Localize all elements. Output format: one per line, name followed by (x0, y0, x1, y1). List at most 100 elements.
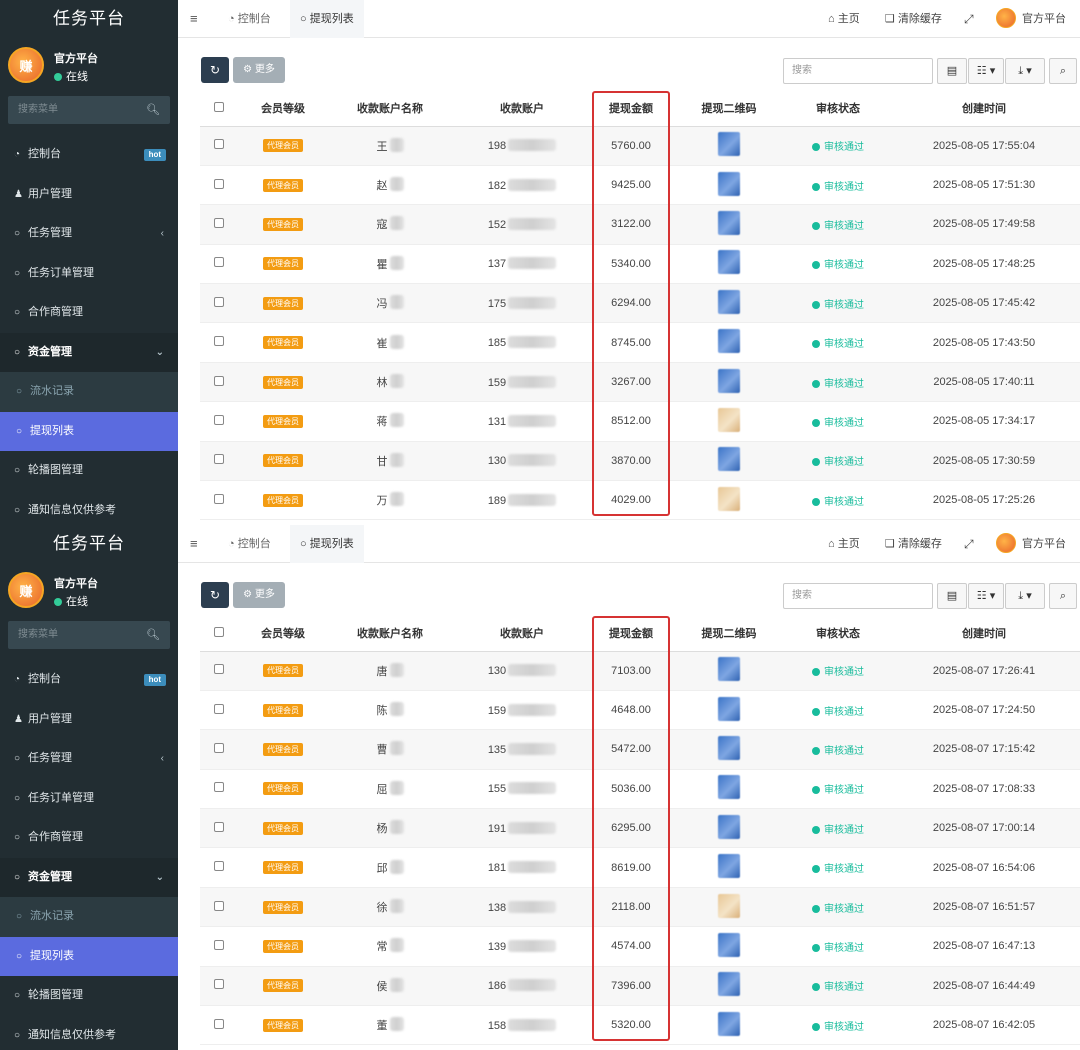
table-search-input[interactable]: 搜索 (783, 583, 933, 609)
qrcode-thumbnail[interactable] (718, 329, 740, 354)
qrcode-thumbnail[interactable] (718, 171, 740, 196)
col-qrcode[interactable]: 提现二维码 (670, 616, 788, 652)
toggle-view-button[interactable]: ▤ (937, 58, 967, 84)
clear-cache-link[interactable]: ❑ 清除缓存 (885, 0, 942, 38)
qrcode-cell[interactable] (670, 165, 788, 206)
table-row[interactable]: 代理会员 甘 130 3870.00 审核通过 2025-08-05 17:30… (200, 441, 1080, 482)
qrcode-thumbnail[interactable] (718, 854, 740, 879)
table-row[interactable]: 代理会员 董 158 5320.00 审核通过 2025-08-07 16:42… (200, 1005, 1080, 1046)
qrcode-cell[interactable] (670, 887, 788, 928)
sidebar-item-funds[interactable]: ○ 资金管理 ⌄ (0, 857, 178, 897)
qrcode-thumbnail[interactable] (718, 775, 740, 800)
hamburger-icon[interactable]: ≡ (190, 11, 198, 26)
sidebar-item-withdrawals[interactable]: ○ 提现列表 (0, 411, 178, 451)
row-checkbox-cell[interactable] (200, 808, 238, 849)
col-account[interactable]: 收款账户 (452, 616, 592, 652)
table-row[interactable]: 代理会员 冯 175 6294.00 审核通过 2025-08-05 17:45… (200, 283, 1080, 324)
qrcode-cell[interactable] (670, 847, 788, 888)
checkbox[interactable] (214, 979, 224, 990)
qrcode-cell[interactable] (670, 441, 788, 482)
table-row[interactable]: 代理会员 陈 159 4648.00 审核通过 2025-08-07 17:24… (200, 690, 1080, 731)
sidebar-item-notices[interactable]: ○ 通知信息仅供参考 (0, 491, 178, 526)
sidebar-item-carousel[interactable]: ○ 轮播图管理 (0, 976, 178, 1016)
table-row[interactable]: 代理会员 杨 191 6295.00 审核通过 2025-08-07 17:00… (200, 808, 1080, 849)
qrcode-cell[interactable] (670, 480, 788, 521)
home-link[interactable]: ⌂ 主页 (828, 525, 860, 563)
qrcode-cell[interactable] (670, 401, 788, 442)
row-checkbox-cell[interactable] (200, 401, 238, 442)
qrcode-cell[interactable] (670, 690, 788, 731)
advanced-search-button[interactable]: ⌕ (1049, 58, 1077, 84)
table-row[interactable]: 代理会员 寇 152 3122.00 审核通过 2025-08-05 17:49… (200, 204, 1080, 245)
checkbox[interactable] (214, 296, 224, 307)
qrcode-thumbnail[interactable] (718, 407, 740, 432)
sidebar-item-carousel[interactable]: ○ 轮播图管理 (0, 451, 178, 491)
qrcode-thumbnail[interactable] (718, 893, 740, 918)
qrcode-thumbnail[interactable] (718, 250, 740, 275)
sidebar-item-dashboard[interactable]: ◔ 控制台 hot (0, 135, 178, 175)
table-row[interactable]: 代理会员 瞿 137 5340.00 审核通过 2025-08-05 17:48… (200, 244, 1080, 285)
checkbox[interactable] (214, 414, 224, 425)
qrcode-thumbnail[interactable] (718, 972, 740, 997)
table-row[interactable]: 代理会员 曹 135 5472.00 审核通过 2025-08-07 17:15… (200, 729, 1080, 770)
sidebar-item-task-orders[interactable]: ○ 任务订单管理 (0, 254, 178, 294)
table-row[interactable]: 代理会员 林 159 3267.00 审核通过 2025-08-05 17:40… (200, 362, 1080, 403)
row-checkbox-cell[interactable] (200, 441, 238, 482)
checkbox[interactable] (214, 1018, 224, 1029)
row-checkbox-cell[interactable] (200, 322, 238, 363)
table-row[interactable]: 代理会员 徐 138 2118.00 审核通过 2025-08-07 16:51… (200, 887, 1080, 928)
qrcode-thumbnail[interactable] (718, 1011, 740, 1036)
qrcode-cell[interactable] (670, 1005, 788, 1046)
select-all-checkbox[interactable] (200, 616, 238, 652)
qrcode-thumbnail[interactable] (718, 735, 740, 760)
checkbox[interactable] (214, 821, 224, 832)
col-amount[interactable]: 提现金额 (592, 91, 670, 127)
sidebar-item-users[interactable]: ♟ 用户管理 (0, 175, 178, 215)
toggle-view-button[interactable]: ▤ (937, 583, 967, 609)
qrcode-cell[interactable] (670, 966, 788, 1007)
search-icon[interactable]: 🔍︎ (146, 96, 160, 124)
table-row[interactable]: 代理会员 崔 185 8745.00 审核通过 2025-08-05 17:43… (200, 322, 1080, 363)
col-status[interactable]: 审核状态 (788, 91, 888, 127)
col-status[interactable]: 审核状态 (788, 616, 888, 652)
export-button[interactable]: ⤓ ▾ (1005, 583, 1045, 609)
checkbox[interactable] (214, 782, 224, 793)
checkbox[interactable] (214, 178, 224, 189)
table-row[interactable]: 代理会员 屈 155 5036.00 审核通过 2025-08-07 17:08… (200, 769, 1080, 810)
sidebar-item-transactions[interactable]: ○ 流水记录 (0, 372, 178, 412)
checkbox[interactable] (214, 861, 224, 872)
qrcode-cell[interactable] (670, 244, 788, 285)
advanced-search-button[interactable]: ⌕ (1049, 583, 1077, 609)
checkbox[interactable] (214, 626, 224, 637)
row-checkbox-cell[interactable] (200, 926, 238, 967)
table-row[interactable]: 代理会员 侯 186 7396.00 审核通过 2025-08-07 16:44… (200, 966, 1080, 1007)
refresh-button[interactable]: ↻ (201, 582, 229, 608)
checkbox[interactable] (214, 493, 224, 504)
qrcode-thumbnail[interactable] (718, 932, 740, 957)
sidebar-item-partners[interactable]: ○ 合作商管理 (0, 818, 178, 858)
row-checkbox-cell[interactable] (200, 244, 238, 285)
search-icon[interactable]: 🔍︎ (146, 621, 160, 649)
qrcode-cell[interactable] (670, 204, 788, 245)
row-checkbox-cell[interactable] (200, 126, 238, 166)
table-row[interactable]: 代理会员 邱 181 8619.00 审核通过 2025-08-07 16:54… (200, 847, 1080, 888)
clear-cache-link[interactable]: ❑ 清除缓存 (885, 525, 942, 563)
sidebar-item-dashboard[interactable]: ◔ 控制台 hot (0, 660, 178, 700)
admin-menu[interactable]: 官方平台 (996, 0, 1066, 38)
qrcode-thumbnail[interactable] (718, 486, 740, 511)
row-checkbox-cell[interactable] (200, 165, 238, 206)
table-row[interactable]: 代理会员 王 198 5760.00 审核通过 2025-08-05 17:55… (200, 126, 1080, 166)
select-all-checkbox[interactable] (200, 91, 238, 127)
row-checkbox-cell[interactable] (200, 729, 238, 770)
more-button[interactable]: ⚙ 更多 (233, 57, 285, 83)
qrcode-cell[interactable] (670, 926, 788, 967)
sidebar-item-partners[interactable]: ○ 合作商管理 (0, 293, 178, 333)
qrcode-thumbnail[interactable] (718, 657, 740, 682)
col-level[interactable]: 会员等级 (238, 616, 328, 652)
menu-search-input[interactable]: 搜索菜单 🔍︎ (8, 96, 170, 124)
checkbox[interactable] (214, 703, 224, 714)
qrcode-thumbnail[interactable] (718, 132, 740, 157)
sidebar-item-users[interactable]: ♟ 用户管理 (0, 700, 178, 740)
row-checkbox-cell[interactable] (200, 887, 238, 928)
menu-search-input[interactable]: 搜索菜单 🔍︎ (8, 621, 170, 649)
